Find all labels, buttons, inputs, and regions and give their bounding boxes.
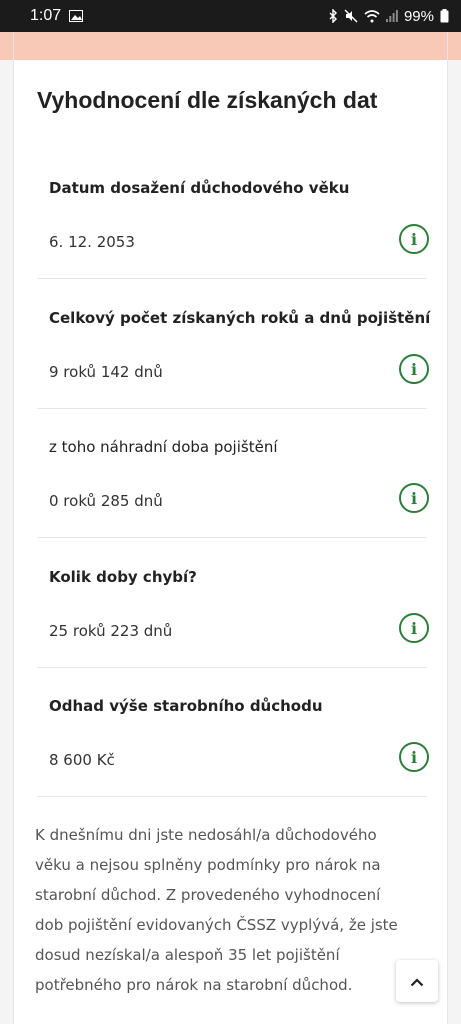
- scroll-to-top-button[interactable]: [396, 960, 438, 1002]
- item-value: 25 roků 223 dnů: [49, 622, 173, 640]
- result-note: K dnešnímu dni jste nedosáhl/a důchodové…: [35, 826, 398, 994]
- item-value: 9 roků 142 dnů: [49, 363, 163, 381]
- item-value: 0 roků 285 dnů: [49, 492, 163, 510]
- section-title: Vyhodnocení dle získaných dat: [37, 87, 378, 113]
- item-label: Odhad výše starobního důchodu: [49, 697, 323, 715]
- status-bar: 1:07 99%: [0, 0, 461, 32]
- item-label: Kolik doby chybí?: [49, 568, 197, 586]
- info-circle-icon[interactable]: i: [399, 224, 429, 254]
- signal-icon: [385, 10, 398, 22]
- bluetooth-icon: [328, 9, 338, 23]
- info-circle-icon[interactable]: i: [399, 354, 429, 384]
- battery-percent: 99%: [403, 7, 434, 25]
- item-label: Celkový počet získaných roků a dnů pojiš…: [49, 309, 431, 327]
- status-time: 1:07: [30, 7, 62, 24]
- divider: [37, 408, 427, 409]
- divider: [37, 537, 427, 538]
- divider: [37, 796, 427, 797]
- info-circle-icon[interactable]: i: [399, 613, 429, 643]
- chevron-up-icon: [410, 972, 424, 991]
- item-label: z toho náhradní doba pojištění: [49, 438, 278, 456]
- battery-icon: [440, 9, 449, 23]
- wifi-icon: [364, 9, 380, 23]
- card-banner: [14, 32, 447, 60]
- divider: [37, 667, 427, 668]
- info-circle-icon[interactable]: i: [399, 742, 429, 772]
- item-value: 6. 12. 2053: [49, 233, 135, 251]
- divider: [37, 278, 427, 279]
- info-circle-icon[interactable]: i: [399, 483, 429, 513]
- item-value: 8 600 Kč: [49, 751, 115, 769]
- item-label: Datum dosažení důchodového věku: [49, 179, 350, 197]
- mute-icon: [344, 9, 358, 23]
- gallery-icon: [69, 10, 84, 22]
